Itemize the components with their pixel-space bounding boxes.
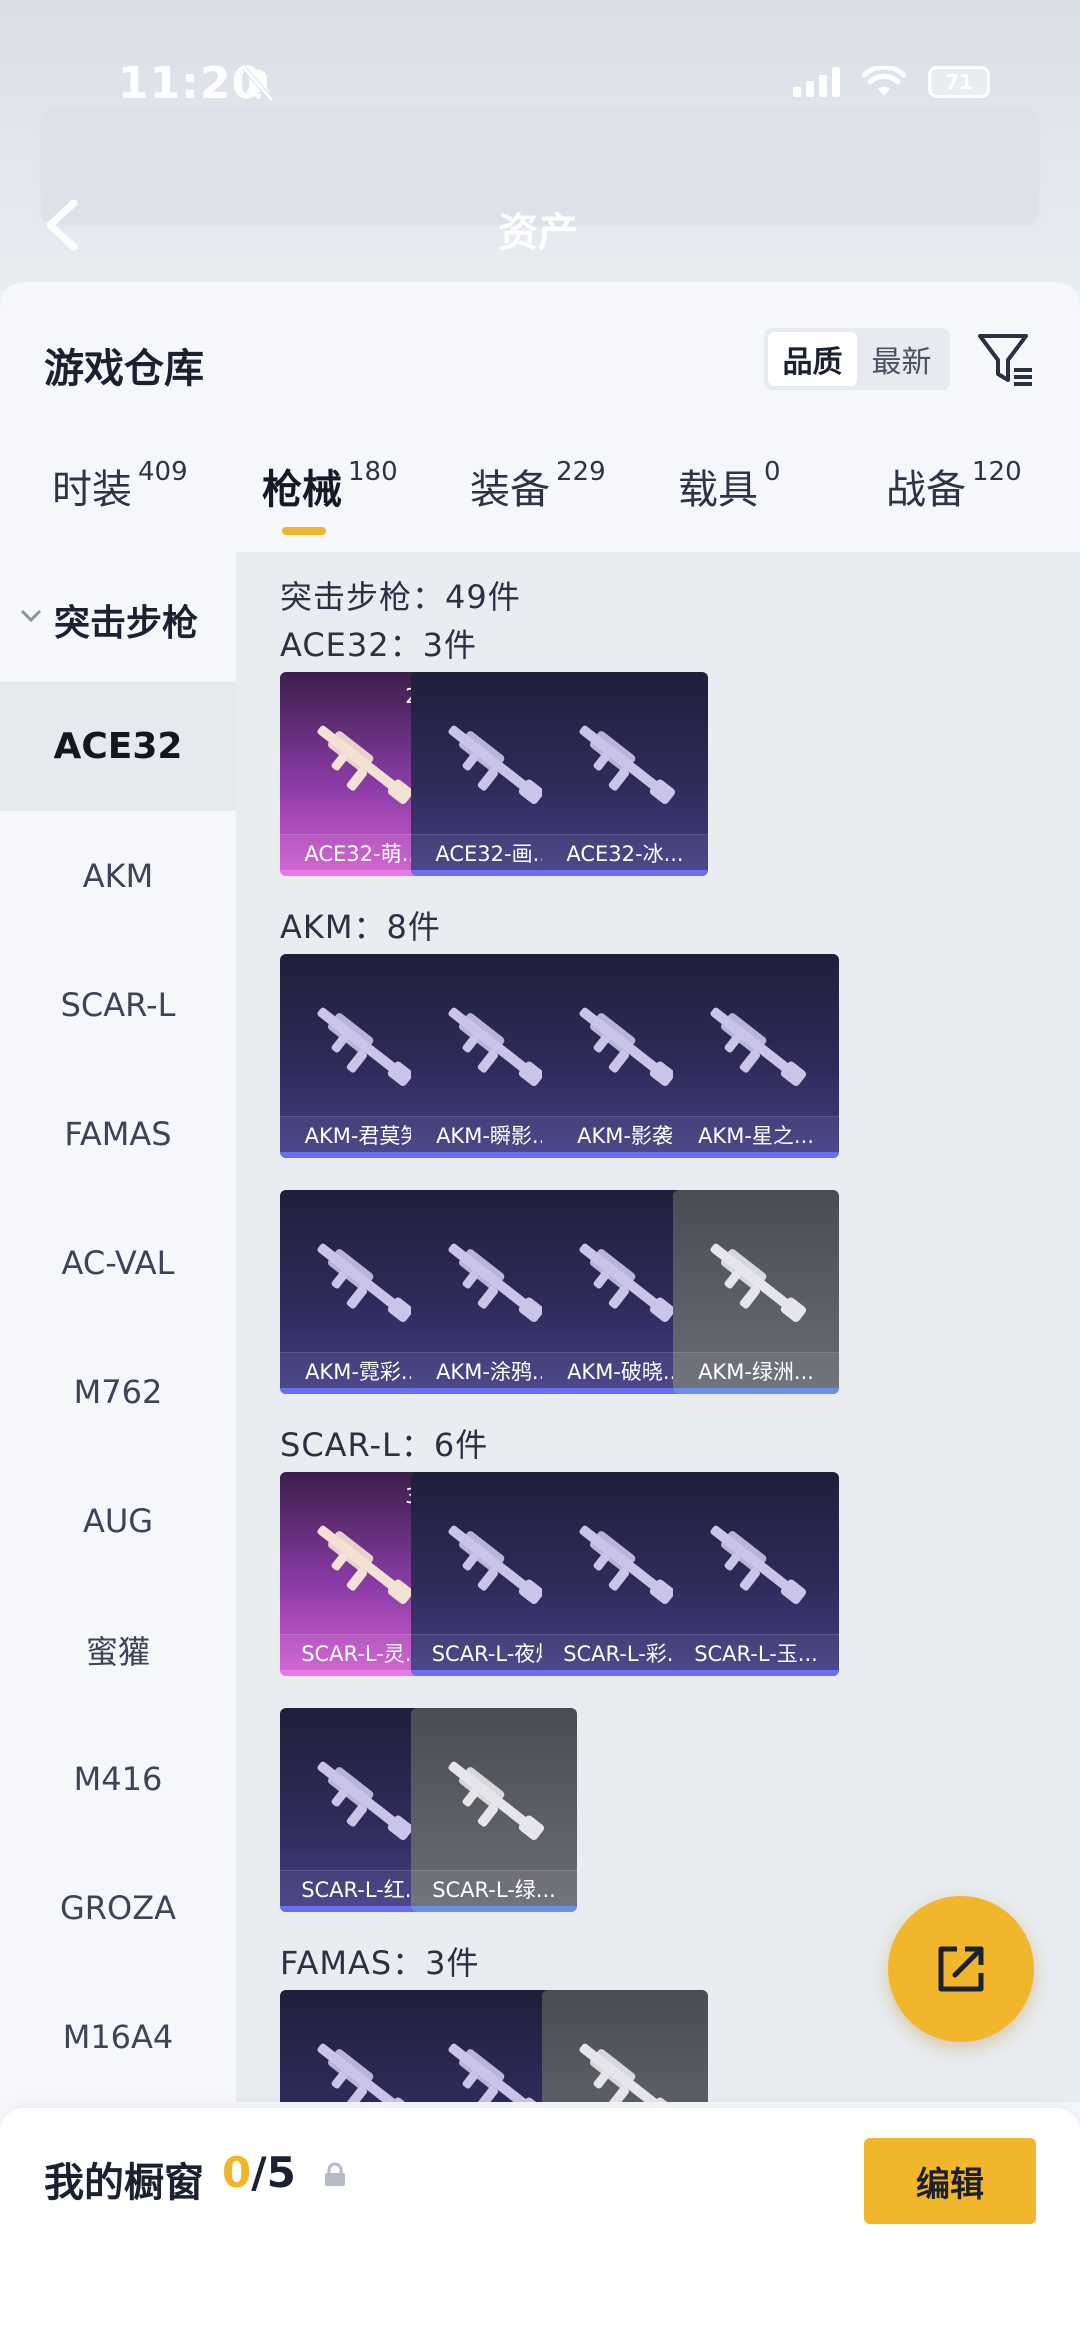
tab-count: 120 bbox=[972, 457, 1022, 487]
wifi-icon bbox=[862, 66, 906, 96]
signal-icon bbox=[793, 67, 840, 97]
sidebar-category-label: 突击步枪 bbox=[54, 603, 199, 644]
mute-bell-icon bbox=[242, 66, 274, 102]
tab-vehicles[interactable]: 载具 0 bbox=[678, 457, 781, 515]
weapon-image bbox=[710, 1007, 807, 1086]
weapon-image bbox=[448, 1761, 545, 1840]
battery-icon: 71 bbox=[928, 66, 990, 98]
battery-level: 71 bbox=[945, 70, 973, 94]
share-icon bbox=[938, 1946, 984, 1992]
sidebar-category-header[interactable]: 突击步枪 bbox=[0, 552, 236, 682]
sidebar-item[interactable]: GROZA bbox=[0, 1843, 236, 1972]
sidebar-item[interactable]: ACE32 bbox=[0, 682, 236, 811]
showcase-label: 我的橱窗 bbox=[44, 2160, 204, 2206]
section-title: FAMAS：3件 bbox=[280, 1944, 480, 1982]
sidebar-item[interactable]: AC-VAL bbox=[0, 1198, 236, 1327]
rarity-bar bbox=[673, 1670, 839, 1676]
sidebar-item[interactable]: M16A4 bbox=[0, 1972, 236, 2101]
sort-toggle: 品质 最新 bbox=[764, 328, 950, 390]
weapon-image bbox=[317, 1243, 414, 1322]
tab-count: 0 bbox=[764, 457, 781, 487]
tab-label: 枪械 bbox=[262, 467, 342, 513]
skin-name: SCAR-L-绿... bbox=[411, 1870, 577, 1906]
tab-fashion[interactable]: 时装 409 bbox=[52, 457, 188, 515]
weapon-image bbox=[579, 1007, 676, 1086]
weapon-skin-card[interactable] bbox=[542, 1990, 708, 2102]
category-total: 突击步枪：49件 bbox=[280, 578, 521, 616]
sidebar-item[interactable]: M416 bbox=[0, 1714, 236, 1843]
rarity-bar bbox=[542, 870, 708, 876]
warehouse-sheet: 游戏仓库 品质 最新 时装 409 枪械 180 装备 229 载具 0 战备 … bbox=[0, 282, 1080, 2348]
active-tab-indicator bbox=[282, 527, 326, 535]
showcase-count: 0/5 bbox=[222, 2148, 296, 2197]
skin-name: SCAR-L-玉... bbox=[673, 1634, 839, 1670]
skin-name: AKM-绿洲... bbox=[673, 1352, 839, 1388]
weapon-image bbox=[579, 725, 676, 804]
tab-count: 229 bbox=[556, 457, 606, 487]
back-icon[interactable] bbox=[38, 195, 88, 255]
weapon-image bbox=[710, 1243, 807, 1322]
weapon-image bbox=[317, 1761, 414, 1840]
rarity-bar bbox=[411, 1906, 577, 1912]
category-tabs: 时装 409 枪械 180 装备 229 载具 0 战备 120 bbox=[0, 457, 1080, 547]
weapon-image bbox=[448, 2043, 545, 2102]
weapon-skin-card[interactable]: AKM-绿洲... bbox=[673, 1190, 839, 1394]
background-header: 11:20 71 资产 bbox=[0, 0, 1080, 290]
sidebar-item[interactable]: AUG bbox=[0, 1456, 236, 1585]
sidebar-item[interactable]: FAMAS bbox=[0, 1069, 236, 1198]
sidebar-item[interactable]: AKM bbox=[0, 811, 236, 940]
weapon-image bbox=[710, 1525, 807, 1604]
sort-by-latest[interactable]: 最新 bbox=[857, 332, 946, 386]
tab-count: 409 bbox=[138, 457, 188, 487]
weapon-image bbox=[448, 1525, 545, 1604]
weapon-skin-card[interactable]: SCAR-L-玉... bbox=[673, 1472, 839, 1676]
weapon-image bbox=[448, 1007, 545, 1086]
section-title: SCAR-L：6件 bbox=[280, 1426, 489, 1464]
weapon-grid: 突击步枪：49件 ACE32：3件2级ACE32-萌...ACE32-画...A… bbox=[236, 552, 1080, 2102]
background-page-title: 资产 bbox=[498, 210, 578, 256]
tab-label: 载具 bbox=[678, 467, 758, 513]
tab-label: 装备 bbox=[470, 467, 550, 513]
skin-name: ACE32-冰... bbox=[542, 834, 708, 870]
sort-by-quality[interactable]: 品质 bbox=[768, 332, 857, 386]
showcase-total: /5 bbox=[251, 2148, 296, 2197]
filter-icon[interactable] bbox=[976, 330, 1034, 388]
rarity-bar bbox=[673, 1152, 839, 1158]
showcase-current: 0 bbox=[222, 2148, 252, 2197]
weapon-image bbox=[448, 1243, 545, 1322]
tab-supplies[interactable]: 战备 120 bbox=[886, 457, 1022, 515]
tab-label: 战备 bbox=[886, 467, 966, 513]
tab-weapons[interactable]: 枪械 180 bbox=[262, 457, 398, 515]
weapon-image bbox=[579, 1243, 676, 1322]
weapon-image bbox=[317, 1007, 414, 1086]
sidebar-item[interactable]: SCAR-L bbox=[0, 940, 236, 1069]
share-button[interactable] bbox=[888, 1896, 1034, 2042]
weapon-skin-card[interactable]: SCAR-L-绿... bbox=[411, 1708, 577, 1912]
sheet-title: 游戏仓库 bbox=[44, 346, 204, 392]
sidebar-item[interactable]: 蜜獾 bbox=[0, 1585, 236, 1714]
section-title: AKM：8件 bbox=[280, 908, 441, 946]
showcase-bar: 我的橱窗 0/5 编辑 bbox=[0, 2108, 1080, 2348]
sidebar-item[interactable]: M762 bbox=[0, 1327, 236, 1456]
weapon-image bbox=[317, 2043, 414, 2102]
tab-equipment[interactable]: 装备 229 bbox=[470, 457, 606, 515]
weapon-skin-card[interactable]: AKM-星之... bbox=[673, 954, 839, 1158]
weapon-skin-card[interactable]: ACE32-冰... bbox=[542, 672, 708, 876]
chevron-down-icon bbox=[20, 609, 42, 623]
weapon-image bbox=[317, 1525, 414, 1604]
tab-count: 180 bbox=[348, 457, 398, 487]
edit-button[interactable]: 编辑 bbox=[864, 2138, 1036, 2224]
lock-icon bbox=[325, 2162, 345, 2186]
rarity-bar bbox=[673, 1388, 839, 1394]
weapon-image bbox=[579, 1525, 676, 1604]
weapon-image bbox=[579, 2043, 676, 2102]
weapon-image bbox=[317, 725, 414, 804]
tab-label: 时装 bbox=[52, 467, 132, 513]
skin-name: AKM-星之... bbox=[673, 1116, 839, 1152]
status-indicators: 71 bbox=[793, 66, 990, 98]
weapon-sidebar: 突击步枪 ACE32 AKM SCAR-L FAMAS AC-VAL M762 AUG 蜜獾 M… bbox=[0, 552, 236, 2056]
section-title: ACE32：3件 bbox=[280, 626, 477, 664]
weapon-image bbox=[448, 725, 545, 804]
